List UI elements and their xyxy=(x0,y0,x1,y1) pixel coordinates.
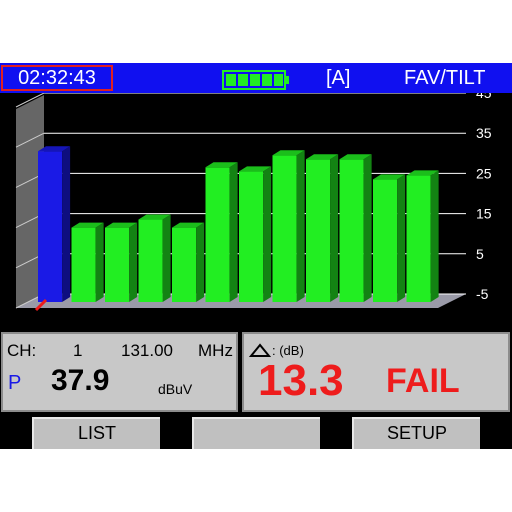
bar-side xyxy=(95,222,104,302)
bar-channel-7[interactable] xyxy=(239,166,272,302)
bar-channel-4[interactable] xyxy=(138,214,171,302)
bar-side xyxy=(430,170,439,302)
bar-front xyxy=(71,227,96,302)
y-tick-label: 5 xyxy=(476,246,484,262)
bar-side xyxy=(162,214,171,302)
bar-front xyxy=(205,167,230,302)
bar-channel-9[interactable] xyxy=(306,154,339,302)
clock-display: 02:32:43 xyxy=(1,65,113,91)
signal-level-unit: dBuV xyxy=(158,381,193,397)
bar-front xyxy=(239,171,264,302)
channel-frequency: 131.00 xyxy=(121,341,173,360)
polarity-indicator: P xyxy=(8,372,22,394)
signal-level-value: 37.9 xyxy=(51,364,110,397)
bar-front xyxy=(172,227,197,302)
measurement-panel: CH: 1 131.00 MHz P 37.9 dBuV : (dB) 13.3… xyxy=(0,331,512,413)
bar-channel-12[interactable] xyxy=(406,170,439,302)
bar-channel-1[interactable] xyxy=(38,146,71,302)
setup-button[interactable]: SETUP xyxy=(352,417,480,449)
bar-front xyxy=(105,227,130,302)
screen-title: FAV/TILT xyxy=(404,67,486,89)
bar-side xyxy=(330,154,339,302)
status-bar: 02:32:43 [A] FAV/TILT xyxy=(0,63,512,93)
softkey-bar: LIST SETUP xyxy=(0,415,512,449)
bar-front xyxy=(306,159,331,302)
bar-side xyxy=(397,174,406,302)
bar-side xyxy=(296,150,305,302)
tilt-value: 13.3 xyxy=(258,356,344,405)
bar-channel-6[interactable] xyxy=(205,162,238,302)
bar-side xyxy=(229,162,238,302)
battery-full-icon xyxy=(222,70,289,90)
bar-front xyxy=(138,219,163,302)
bar-side xyxy=(196,222,205,302)
bar-side xyxy=(62,146,71,302)
channel-panel: CH: 1 131.00 MHz P 37.9 dBuV xyxy=(1,332,238,412)
bar-channel-2[interactable] xyxy=(71,222,104,302)
bar-channel-8[interactable] xyxy=(272,150,305,302)
bar-channel-5[interactable] xyxy=(172,222,205,302)
bar-side xyxy=(129,222,138,302)
result-status: FAIL xyxy=(386,362,460,400)
list-button[interactable]: LIST xyxy=(32,417,160,449)
tilt-panel: : (dB) 13.3 FAIL xyxy=(242,332,510,412)
bar-channel-10[interactable] xyxy=(339,154,372,302)
mode-indicator: [A] xyxy=(326,67,351,89)
bar-front xyxy=(339,159,364,302)
channel-number: 1 xyxy=(73,341,83,360)
bar-channel-3[interactable] xyxy=(105,222,138,302)
chart-bars[interactable] xyxy=(38,146,439,302)
y-axis-ticks: 45 35 25 15 5 -5 xyxy=(476,93,492,302)
y-tick-label: -5 xyxy=(476,286,489,302)
bar-channel-11[interactable] xyxy=(373,174,406,302)
frequency-unit: MHz xyxy=(198,341,233,360)
bar-front xyxy=(406,175,431,302)
y-tick-label: 25 xyxy=(476,165,492,181)
channel-label: CH: xyxy=(7,341,37,360)
bar-front xyxy=(272,155,297,302)
device-screen: 02:32:43 [A] FAV/TILT 45 35 25 15 5 -5 CH: 1 … xyxy=(0,63,512,449)
tilt-bar-chart: 45 35 25 15 5 -5 xyxy=(15,93,492,312)
bar-front xyxy=(38,151,63,302)
bar-side xyxy=(263,166,272,302)
y-tick-label: 15 xyxy=(476,206,492,222)
bar-front xyxy=(373,179,398,302)
middle-softkey[interactable] xyxy=(192,417,320,449)
bar-side xyxy=(363,154,372,302)
y-tick-label: 45 xyxy=(476,93,492,101)
y-tick-label: 35 xyxy=(476,125,492,141)
